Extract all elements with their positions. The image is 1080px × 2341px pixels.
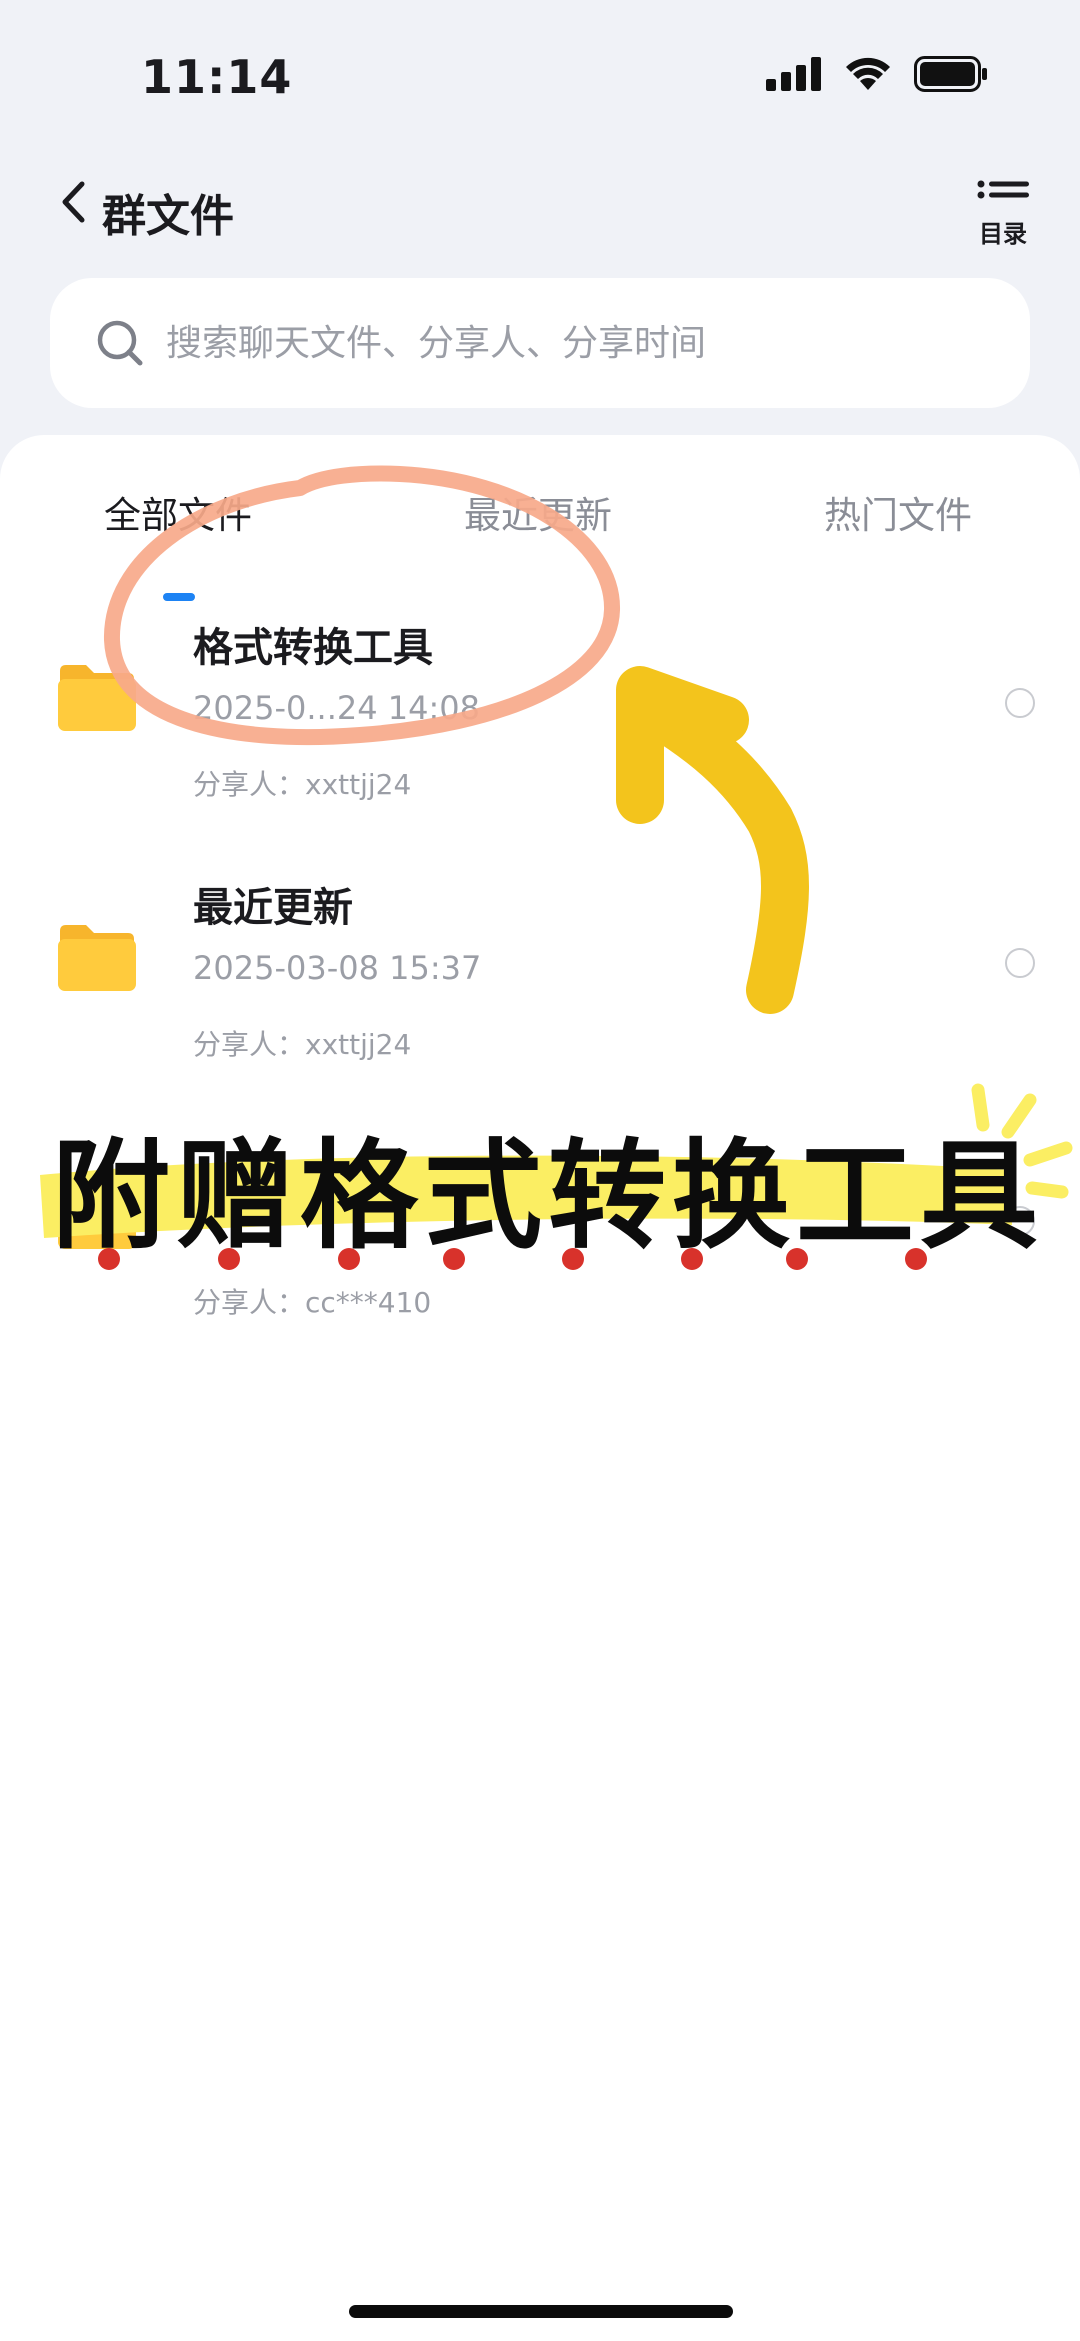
home-indicator[interactable] [349,2305,733,2318]
arrow-icon [636,691,809,1014]
highlight-circle [103,465,621,746]
annotation-banner-text: 附赠格式转换工具 [52,1127,1045,1265]
